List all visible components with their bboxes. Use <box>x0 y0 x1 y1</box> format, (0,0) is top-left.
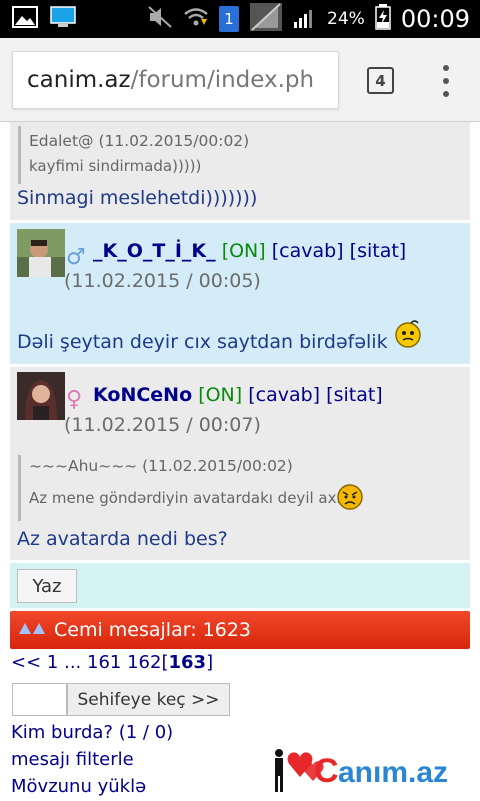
quote-author: ~~~Ahu~~~ (11.02.2015/00:02) <box>29 457 293 475</box>
status-bar: 1 24% 00:09 <box>0 0 480 38</box>
filter-messages-link[interactable]: mesajı filterle <box>11 749 134 770</box>
write-reply-button[interactable]: Yaz <box>17 569 77 603</box>
post-username[interactable]: _K_O_T_İ_K_ <box>93 240 216 262</box>
page-ellipsis: ... <box>64 652 82 673</box>
battery-icon <box>375 4 391 34</box>
quote-text: kayfimi sindirmada))))) <box>29 157 202 175</box>
total-messages-bar: Cemi mesajlar: 1623 <box>10 611 470 649</box>
post-1-text: Sinmagi meslehetdi))))))) <box>17 187 258 209</box>
svg-text:C: C <box>314 752 339 790</box>
post-date-time: 00:07) <box>198 414 261 436</box>
signal-icon-1 <box>249 2 283 36</box>
page-first-link[interactable]: << <box>11 652 41 673</box>
reply-link[interactable]: [cavab] <box>248 384 320 406</box>
monitor-notification-icon <box>50 5 76 33</box>
logo-text: anım.az <box>338 756 448 789</box>
mute-icon <box>147 5 173 33</box>
tab-switcher-button[interactable]: 4 <box>367 67 394 94</box>
page-link-162[interactable]: 162 <box>127 652 161 673</box>
post-1: Edalet@ (11.02.2015/00:02) kayfimi sindi… <box>10 122 470 220</box>
who-online-link[interactable]: Kim burda? (1 / 0) <box>11 722 173 743</box>
post-3: ♀ KoNCeNo [ON] [cavab] [sitat] (11.02.20… <box>10 367 470 560</box>
page-link-1[interactable]: 1 <box>47 652 58 673</box>
post-3-text: Az avatarda nedi bes? <box>17 528 228 550</box>
clock: 00:09 <box>400 5 470 33</box>
quote-link[interactable]: [sitat] <box>326 384 383 406</box>
overflow-menu-icon[interactable] <box>438 65 454 97</box>
post-2-header: _K_O_T_İ_K_ [ON] [cavab] [sitat] (11.02.… <box>64 236 464 296</box>
post-2: ♂ _K_O_T_İ_K_ [ON] [cavab] [sitat] (11.0… <box>10 223 470 364</box>
signal-icon-2 <box>293 5 317 33</box>
address-bar[interactable]: canim.az/forum/index.ph <box>12 51 339 109</box>
go-to-page-button[interactable]: Sehifeye keç >> <box>67 683 230 716</box>
forum-content: Edalet@ (11.02.2015/00:02) kayfimi sindi… <box>0 122 480 799</box>
page-number-input[interactable] <box>12 683 67 716</box>
online-status: [ON] <box>198 384 243 406</box>
sim-badge: 1 <box>219 6 240 32</box>
page-link-161[interactable]: 161 <box>87 652 121 673</box>
post-date: (11.02.2015 / <box>64 414 193 436</box>
post-username[interactable]: KoNCeNo <box>93 384 192 406</box>
reply-bar: Yaz <box>10 563 470 608</box>
quote-text: Az mene göndərdiyin avatardakı deyil axı <box>29 489 341 507</box>
post-date: (11.02.2015 / 00:05) <box>64 270 261 292</box>
quote-author: Edalet@ (11.02.2015/00:02) <box>29 132 250 150</box>
post-3-quote: ~~~Ahu~~~ (11.02.2015/00:02) Az mene gön… <box>18 455 341 521</box>
post-1-quote: Edalet@ (11.02.2015/00:02) kayfimi sindi… <box>18 126 249 184</box>
pagination: << 1 ... 161 162[163] <box>11 652 214 673</box>
avatar[interactable] <box>17 372 65 420</box>
confused-smiley-icon <box>393 319 423 353</box>
url-host: canim.az <box>27 67 131 93</box>
image-notification-icon <box>12 6 38 32</box>
page-current: 163 <box>168 652 207 673</box>
reply-link[interactable]: [cavab] <box>272 240 344 262</box>
download-topic-link[interactable]: Mövzunu yüklə <box>11 776 146 797</box>
post-2-text: Dəli şeytan deyir cıx saytdan birdəfəlik <box>17 331 388 353</box>
total-messages-label: Cemi mesajlar: 1623 <box>54 619 251 641</box>
angry-smiley-icon <box>336 483 364 515</box>
site-logo[interactable]: C anım.az <box>268 737 468 797</box>
wifi-icon <box>183 5 209 33</box>
battery-percent: 24% <box>327 9 365 29</box>
post-3-header: KoNCeNo [ON] [cavab] [sitat] (11.02.2015… <box>64 380 464 440</box>
url-path: /forum/index.ph <box>130 67 315 93</box>
avatar[interactable] <box>17 229 65 277</box>
quote-link[interactable]: [sitat] <box>350 240 407 262</box>
browser-toolbar: canim.az/forum/index.ph 4 <box>0 38 480 122</box>
double-arrow-up-icon <box>18 619 46 641</box>
online-status: [ON] <box>221 240 266 262</box>
